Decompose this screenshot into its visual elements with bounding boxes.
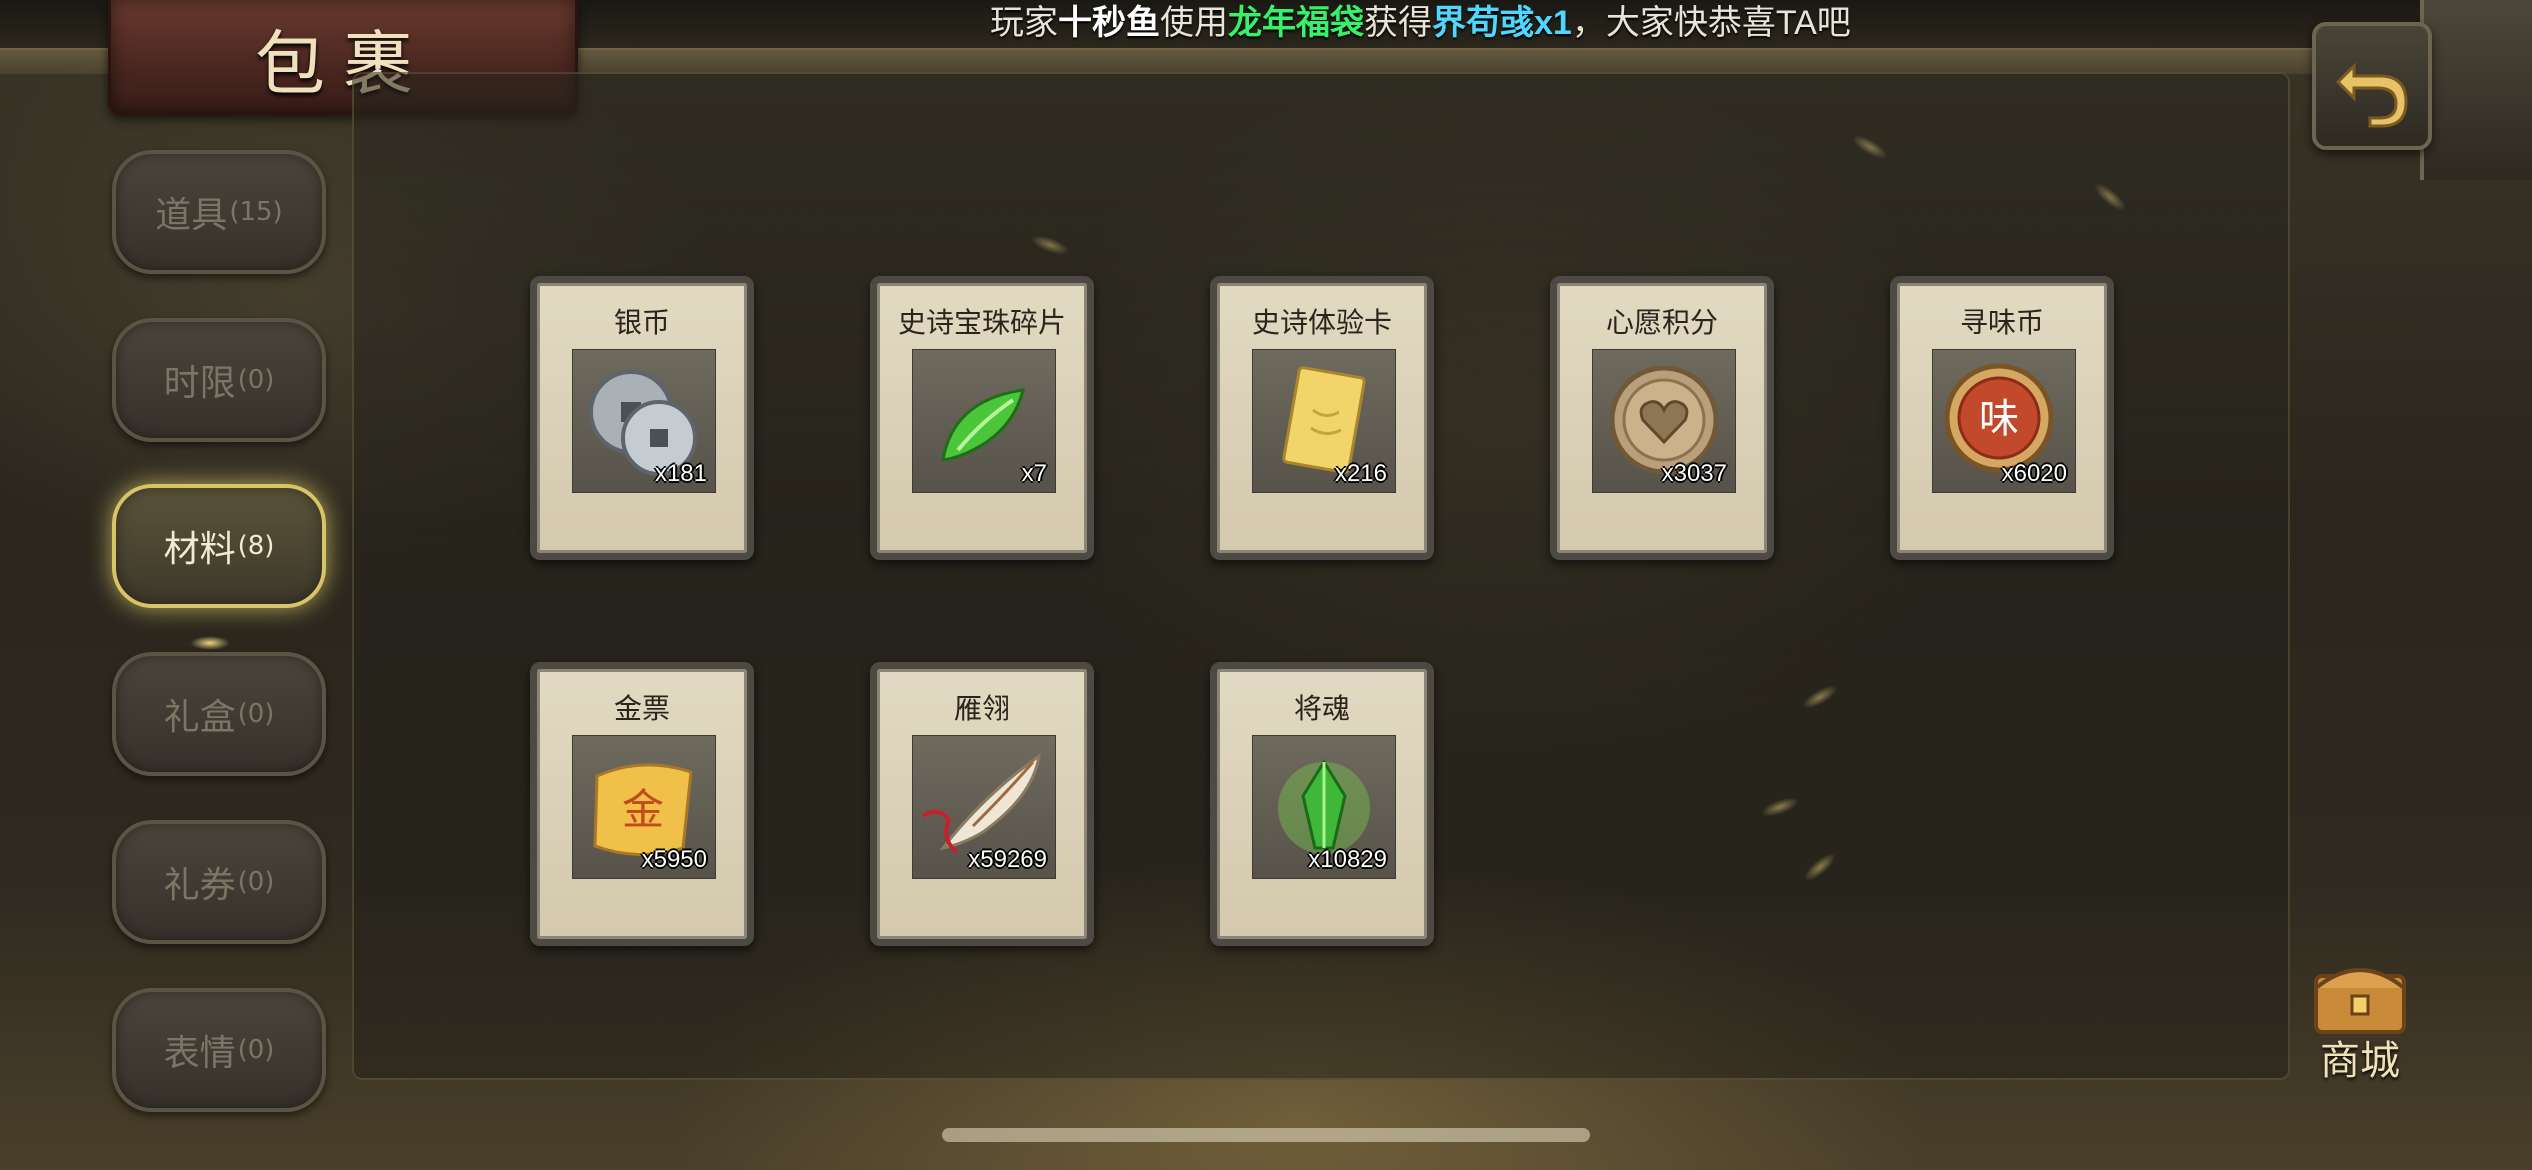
back-button-frame xyxy=(2420,0,2532,180)
tab-count: (0) xyxy=(237,699,275,729)
item-card-goose-feather[interactable]: 雁翎 x59269 xyxy=(870,662,1094,946)
item-card-wish-points[interactable]: 心愿积分 x3037 xyxy=(1550,276,1774,560)
item-slot: x10829 xyxy=(1252,735,1396,879)
item-slot: 金 x5950 xyxy=(572,735,716,879)
marquee-text: 获得 xyxy=(1364,4,1432,42)
tab-count: (0) xyxy=(237,1035,275,1065)
item-name: 将魂 xyxy=(1293,692,1350,725)
item-card-silver-coin[interactable]: 银币 x181 xyxy=(530,276,754,560)
tab-count: (0) xyxy=(237,365,275,395)
tab-label: 礼券 xyxy=(163,865,236,906)
item-slot: x216 xyxy=(1252,349,1396,493)
marquee-item-name: 龙年福袋 xyxy=(1228,4,1364,42)
item-slot: x181 xyxy=(572,349,716,493)
sparkle-decoration xyxy=(190,636,230,650)
item-card-flavor-coin[interactable]: 寻味币 味 x6020 xyxy=(1890,276,2114,560)
item-name: 心愿积分 xyxy=(1605,306,1718,339)
tab-label: 材料 xyxy=(163,529,236,570)
back-button[interactable] xyxy=(2312,22,2432,150)
item-card-general-soul[interactable]: 将魂 x10829 xyxy=(1210,662,1434,946)
tab-label: 礼盒 xyxy=(163,697,236,738)
marquee-text: ，大家快恭喜TA吧 xyxy=(1571,4,1851,42)
tab-timed[interactable]: 时限 (0) xyxy=(112,318,326,442)
item-name: 金票 xyxy=(613,692,670,725)
tab-count: (0) xyxy=(237,867,275,897)
item-name: 史诗体验卡 xyxy=(1251,306,1392,339)
item-quantity: x216 xyxy=(1334,460,1387,487)
marquee-reward-name: 界苟彧x1 xyxy=(1432,4,1572,42)
tab-materials[interactable]: 材料 (8) xyxy=(112,484,326,608)
item-name: 史诗宝珠碎片 xyxy=(897,306,1066,339)
marquee-text: 使用 xyxy=(1160,4,1228,42)
return-arrow-icon xyxy=(2335,62,2408,128)
tab-label: 道具 xyxy=(155,195,228,236)
tab-label: 表情 xyxy=(163,1033,236,1074)
coin-glyph: 味 xyxy=(1979,396,2019,442)
ticket-glyph: 金 xyxy=(622,785,664,834)
tab-coupons[interactable]: 礼券 (0) xyxy=(112,820,326,944)
tab-count: (15) xyxy=(229,197,283,227)
tab-label: 时限 xyxy=(163,363,236,404)
item-quantity: x59269 xyxy=(968,846,1047,873)
treasure-chest-icon xyxy=(2314,968,2406,1034)
item-name: 雁翎 xyxy=(953,692,1010,725)
item-card-epic-orb-shard[interactable]: 史诗宝珠碎片 x7 xyxy=(870,276,1094,560)
tab-gift-boxes[interactable]: 礼盒 (0) xyxy=(112,652,326,776)
home-indicator[interactable] xyxy=(942,1128,1590,1142)
tab-count: (8) xyxy=(237,531,275,561)
item-quantity: x3037 xyxy=(1661,460,1727,487)
tab-items[interactable]: 道具 (15) xyxy=(112,150,326,274)
item-slot: x3037 xyxy=(1592,349,1736,493)
game-screen: 玩家十秒鱼使用龙年福袋获得界苟彧x1，大家快恭喜TA吧 包裹 道具 (15) 时限… xyxy=(0,0,2532,1170)
item-card-epic-trial-card[interactable]: 史诗体验卡 x216 xyxy=(1210,276,1434,560)
announcement-marquee: 玩家十秒鱼使用龙年福袋获得界苟彧x1，大家快恭喜TA吧 xyxy=(990,0,1851,46)
item-quantity: x6020 xyxy=(2001,460,2067,487)
item-quantity: x5950 xyxy=(641,846,707,873)
item-name: 银币 xyxy=(613,306,670,339)
item-slot: x59269 xyxy=(912,735,1056,879)
item-quantity: x7 xyxy=(1021,460,1047,487)
item-slot: x7 xyxy=(912,349,1056,493)
item-quantity: x181 xyxy=(654,460,707,487)
tab-emotes[interactable]: 表情 (0) xyxy=(112,988,326,1112)
item-quantity: x10829 xyxy=(1308,846,1387,873)
item-card-gold-ticket[interactable]: 金票 金 x5950 xyxy=(530,662,754,946)
item-slot: 味 x6020 xyxy=(1932,349,2076,493)
marquee-text: 玩家 xyxy=(990,4,1058,42)
marquee-player-name: 十秒鱼 xyxy=(1058,4,1160,42)
shop-label: 商城 xyxy=(2320,1038,2400,1084)
item-name: 寻味币 xyxy=(1959,306,2044,339)
shop-button[interactable]: 商城 xyxy=(2296,948,2424,1084)
